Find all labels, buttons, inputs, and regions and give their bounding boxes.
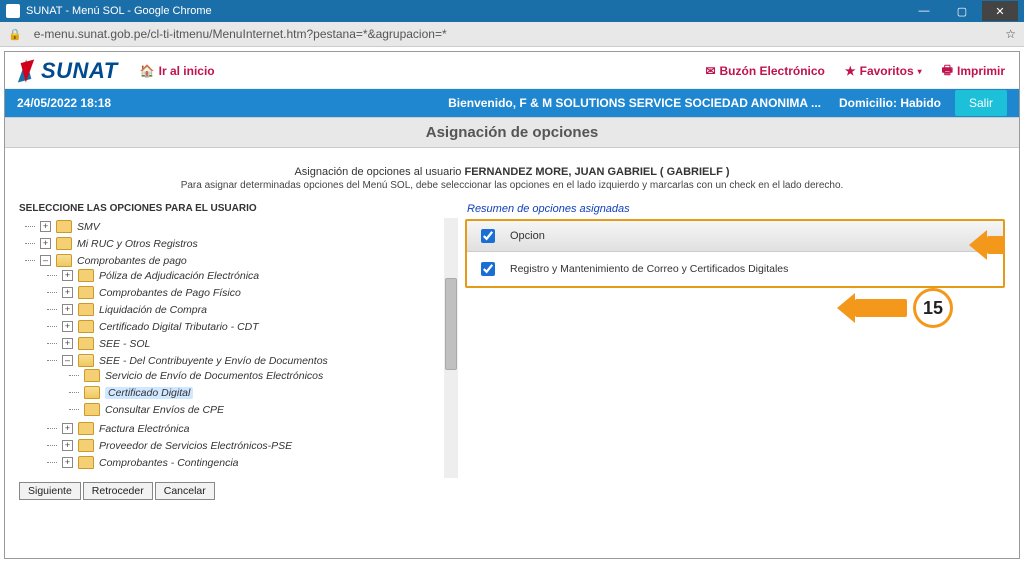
arrow-icon — [987, 236, 1005, 254]
bookmark-star-icon[interactable]: ☆ — [1005, 27, 1016, 41]
chevron-down-icon: ▾ — [918, 67, 922, 76]
star-icon: ★ — [845, 64, 856, 78]
siguiente-button[interactable]: Siguiente — [19, 482, 81, 500]
top-header: SUNAT 🏠 Ir al inicio ✉ Buzón Electrónico… — [5, 52, 1019, 89]
wizard-buttons: Siguiente Retroceder Cancelar — [19, 480, 459, 506]
callout-annotation: 15 — [987, 225, 1005, 265]
tree-item-liquidacion[interactable]: +Liquidación de Compra — [47, 303, 440, 316]
expand-icon[interactable]: + — [62, 338, 73, 349]
home-label: Ir al inicio — [159, 64, 215, 78]
expand-icon[interactable]: + — [40, 238, 51, 249]
summary-header-row: Opcion — [467, 221, 1003, 252]
tree-item-factura[interactable]: +Factura Electrónica — [47, 422, 440, 435]
lock-icon: 🔒 — [8, 28, 22, 41]
favoritos-dropdown[interactable]: ★ Favoritos ▾ — [845, 64, 922, 78]
retroceder-button[interactable]: Retroceder — [83, 482, 153, 500]
summary-pane: Resumen de opciones asignadas Opcion Reg… — [465, 203, 1005, 288]
url-text[interactable]: e-menu.sunat.gob.pe/cl-ti-itmenu/MenuInt… — [30, 27, 998, 41]
content-body: Asignación de opciones al usuario FERNAN… — [5, 148, 1019, 558]
imprimir-link[interactable]: 🖶 Imprimir — [942, 61, 1005, 82]
assign-intro: Asignación de opciones al usuario FERNAN… — [19, 166, 1005, 178]
tree-item-smv[interactable]: +SMV — [25, 220, 440, 233]
window-title: SUNAT - Menú SOL - Google Chrome — [26, 5, 212, 17]
mail-icon: ✉ — [705, 64, 715, 78]
buzon-electronico-link[interactable]: ✉ Buzón Electrónico — [705, 64, 824, 78]
expand-icon[interactable]: + — [62, 287, 73, 298]
summary-header-label: Opcion — [510, 230, 545, 242]
expand-icon[interactable]: + — [62, 457, 73, 468]
salir-button[interactable]: Salir — [955, 90, 1007, 116]
collapse-icon[interactable]: – — [40, 255, 51, 266]
info-bar: 24/05/2022 18:18 Bienvenido, F & M SOLUT… — [5, 89, 1019, 117]
tree-item-see-contribuyente[interactable]: –SEE - Del Contribuyente y Envío de Docu… — [47, 354, 440, 367]
window-maximize-button[interactable]: ▢ — [944, 1, 980, 21]
print-icon: 🖶 — [942, 61, 953, 82]
welcome-label: Bienvenido, F & M SOLUTIONS SERVICE SOCI… — [111, 96, 839, 110]
scrollbar-thumb[interactable] — [445, 278, 457, 370]
tree-item-comp-fisico[interactable]: +Comprobantes de Pago Físico — [47, 286, 440, 299]
callout-annotation-visible: 15 — [855, 288, 953, 328]
app-icon — [6, 4, 20, 18]
expand-icon[interactable]: + — [62, 304, 73, 315]
summary-title: Resumen de opciones asignadas — [467, 203, 1005, 215]
page-frame: SUNAT 🏠 Ir al inicio ✉ Buzón Electrónico… — [4, 51, 1020, 559]
tree-item-see-sol[interactable]: +SEE - SOL — [47, 337, 440, 350]
sunat-logo-text: SUNAT — [41, 58, 118, 84]
collapse-icon[interactable]: – — [62, 355, 73, 366]
tree-item-comprobantes-pago[interactable]: –Comprobantes de pago — [25, 254, 440, 267]
window-minimize-button[interactable]: — — [906, 1, 942, 21]
go-home-link[interactable]: 🏠 Ir al inicio — [140, 64, 215, 78]
home-icon: 🏠 — [140, 64, 155, 78]
expand-icon[interactable]: + — [62, 440, 73, 451]
tree-item-mi-ruc[interactable]: +Mi RUC y Otros Registros — [25, 237, 440, 250]
tree-item-contingencia[interactable]: +Comprobantes - Contingencia — [47, 456, 440, 469]
sunat-logo-icon — [15, 60, 37, 82]
step-badge: 15 — [913, 288, 953, 328]
tree-scrollbar[interactable] — [444, 218, 458, 478]
tree-item-servicio-envio[interactable]: Servicio de Envío de Documentos Electrón… — [69, 369, 440, 382]
tree-item-consultar-envios[interactable]: Consultar Envíos de CPE — [69, 403, 440, 416]
browser-url-bar: 🔒 e-menu.sunat.gob.pe/cl-ti-itmenu/MenuI… — [0, 22, 1024, 47]
select-all-checkbox[interactable] — [481, 229, 495, 243]
tree-item-certificado-digital[interactable]: Certificado Digital — [69, 386, 440, 399]
left-pane-title: SELECCIONE LAS OPCIONES PARA EL USUARIO — [19, 203, 459, 214]
arrow-icon — [855, 299, 907, 317]
summary-table: Opcion Registro y Mantenimiento de Corre… — [465, 219, 1005, 288]
assign-user-name: FERNANDEZ MORE, JUAN GABRIEL ( GABRIELF … — [464, 166, 729, 178]
summary-row-label: Registro y Mantenimiento de Correo y Cer… — [510, 263, 788, 275]
option-checkbox[interactable] — [481, 262, 495, 276]
expand-icon[interactable]: + — [62, 321, 73, 332]
tree-item-poliza[interactable]: +Póliza de Adjudicación Electrónica — [47, 269, 440, 282]
domicilio-label: Domicilio: Habido — [839, 96, 941, 110]
section-title: Asignación de opciones — [5, 117, 1019, 148]
cancelar-button[interactable]: Cancelar — [155, 482, 215, 500]
window-titlebar: SUNAT - Menú SOL - Google Chrome — ▢ ✕ — [0, 0, 1024, 22]
datetime-label: 24/05/2022 18:18 — [17, 96, 111, 110]
window-close-button[interactable]: ✕ — [982, 1, 1018, 21]
expand-icon[interactable]: + — [62, 270, 73, 281]
summary-row: Registro y Mantenimiento de Correo y Cer… — [467, 252, 1003, 286]
tree-item-proveedor-pse[interactable]: +Proveedor de Servicios Electrónicos-PSE — [47, 439, 440, 452]
assign-note: Para asignar determinadas opciones del M… — [19, 180, 1005, 191]
tree-item-cert-tributario[interactable]: +Certificado Digital Tributario - CDT — [47, 320, 440, 333]
tree-scroll-area[interactable]: +SMV +Mi RUC y Otros Registros –Comproba… — [19, 218, 459, 478]
expand-icon[interactable]: + — [40, 221, 51, 232]
expand-icon[interactable]: + — [62, 423, 73, 434]
options-tree-pane: SELECCIONE LAS OPCIONES PARA EL USUARIO … — [19, 203, 459, 506]
